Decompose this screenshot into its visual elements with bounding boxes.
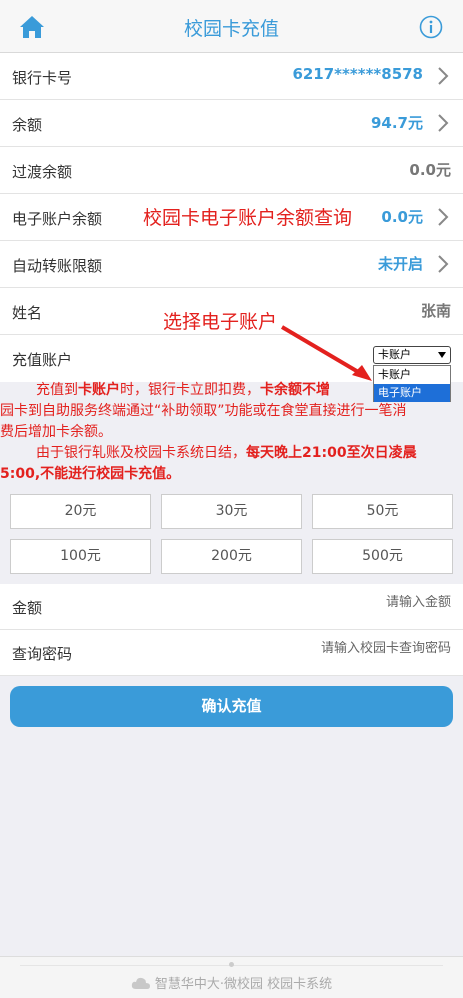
notice-text: 园卡到自助服务终端通过“补助领取”功能或在食堂直接进行一笔消 [0, 403, 407, 419]
option-card-account[interactable]: 卡账户 [374, 366, 450, 384]
recharge-account-select[interactable]: 卡账户 [373, 346, 451, 364]
notice-bold: 5:00,不能进行校园卡充值。 [0, 466, 181, 482]
bank-card-value: 6217******8578 [292, 65, 423, 83]
chevron-right-icon [438, 208, 449, 226]
auto-transfer-value: 未开启 [377, 255, 423, 273]
auto-transfer-row[interactable]: 自动转账限额 未开启 [0, 241, 463, 288]
chevron-right-icon [438, 114, 449, 132]
amount-input[interactable] [201, 595, 451, 610]
chevron-right-icon [438, 255, 449, 273]
e-account-balance-value: 0.0元 [381, 208, 423, 226]
select-value: 卡账户 [378, 348, 411, 361]
bank-card-row[interactable]: 银行卡号 6217******8578 [0, 53, 463, 100]
e-account-balance-label: 电子账户余额 [12, 210, 103, 228]
notice-text: 费后增加卡余额。 [0, 424, 112, 440]
confirm-recharge-button[interactable]: 确认充值 [10, 686, 453, 727]
balance-row[interactable]: 余额 94.7元 [0, 100, 463, 147]
amount-options: 20元 30元 50元 100元 200元 500元 [0, 486, 463, 584]
notice-text: 由于银行轧账及校园卡系统日结， [36, 445, 246, 461]
recharge-account-label: 充值账户 [12, 351, 73, 369]
name-value: 张南 [420, 302, 451, 320]
notice-bold: 每天晚上21:00至次日凌晨 [246, 445, 417, 461]
auto-transfer-label: 自动转账限额 [12, 257, 103, 275]
annotation-arrow-icon [280, 325, 372, 381]
amount-500-button[interactable]: 500元 [312, 539, 453, 574]
option-e-account[interactable]: 电子账户 [374, 384, 450, 402]
recharge-form: 金额 查询密码 [0, 584, 463, 676]
amount-20-button[interactable]: 20元 [10, 494, 151, 529]
footer-dot [229, 962, 234, 967]
annotation-choose: 选择电子账户 [163, 311, 278, 333]
footer-brand: 智慧华中大·微校园 校园卡系统 [0, 973, 463, 992]
annotation-query: 校园卡电子账户余额查询 [143, 207, 353, 229]
transition-balance-row: 过渡余额 0.0元 [0, 147, 463, 194]
amount-200-button[interactable]: 200元 [161, 539, 302, 574]
amount-100-button[interactable]: 100元 [10, 539, 151, 574]
amount-label: 金额 [12, 599, 43, 617]
password-row: 查询密码 [0, 630, 463, 676]
balance-value: 94.7元 [370, 114, 423, 132]
footer-text: 智慧华中大·微校园 校园卡系统 [154, 977, 333, 992]
info-icon[interactable] [419, 15, 443, 39]
recharge-account-options: 卡账户 电子账户 [373, 365, 451, 402]
notice-bold: 卡余额不增 [260, 382, 330, 398]
page-title: 校园卡充值 [183, 18, 279, 40]
chevron-down-icon [438, 352, 446, 358]
password-label: 查询密码 [12, 645, 73, 663]
amount-row: 金额 [0, 584, 463, 630]
balance-label: 余额 [12, 116, 43, 134]
notice-text: 充值到 [36, 382, 78, 398]
footer: 智慧华中大·微校园 校园卡系统 [0, 956, 463, 998]
notice-bold: 卡账户 [78, 382, 120, 398]
transition-balance-value: 0.0元 [409, 161, 451, 179]
cloud-logo-icon [131, 977, 150, 989]
bank-card-label: 银行卡号 [12, 69, 73, 87]
amount-30-button[interactable]: 30元 [161, 494, 302, 529]
top-bar: 校园卡充值 [0, 0, 463, 53]
query-password-input[interactable] [201, 641, 451, 656]
notice-text: 时，银行卡立即扣费， [120, 382, 260, 398]
transition-balance-label: 过渡余额 [12, 163, 73, 181]
chevron-right-icon [438, 67, 449, 85]
name-label: 姓名 [12, 304, 43, 322]
amount-50-button[interactable]: 50元 [312, 494, 453, 529]
